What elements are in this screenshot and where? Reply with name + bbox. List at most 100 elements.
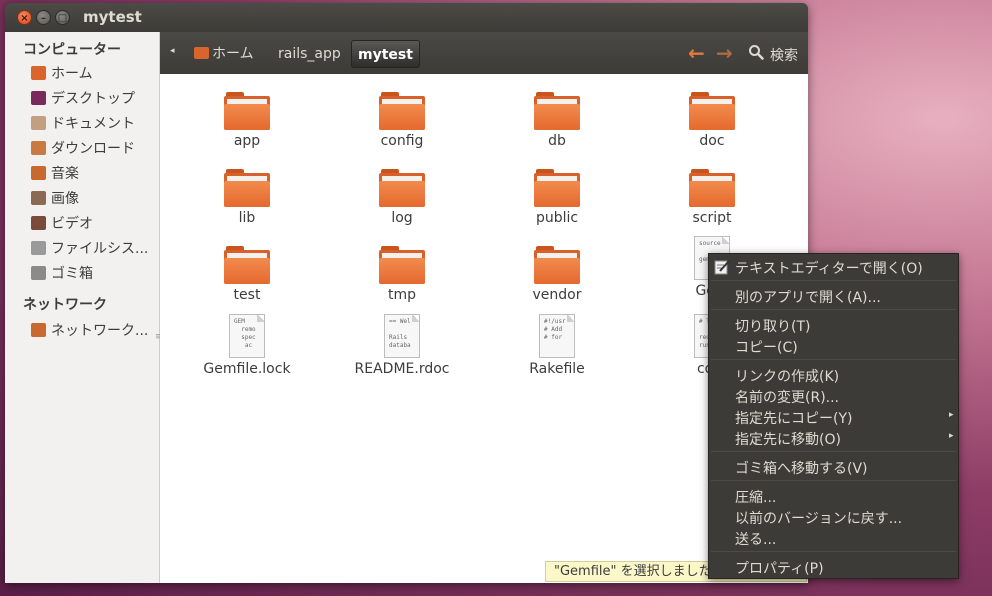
sidebar-item-music[interactable]: 音楽 xyxy=(31,162,79,184)
sidebar-item-filesystem[interactable]: ファイルシス... xyxy=(31,237,148,259)
forward-arrow-icon[interactable]: → xyxy=(716,41,733,65)
downloads-icon xyxy=(31,141,46,155)
menu-move-to-trash[interactable]: ゴミ箱へ移動する(V) xyxy=(735,458,868,478)
menu-compress[interactable]: 圧縮... xyxy=(735,487,776,507)
sidebar-item-videos[interactable]: ビデオ xyxy=(31,212,93,234)
text-file-icon: #!/usr # Add # for xyxy=(539,314,575,358)
text-file-icon: == Wel Rails databa xyxy=(384,314,420,358)
item-label: tmp xyxy=(387,287,416,303)
file-item[interactable]: == Wel Rails databa README.rdoc xyxy=(332,314,472,377)
folder-item[interactable]: test xyxy=(177,246,317,303)
sidebar-item-label: ビデオ xyxy=(51,216,93,232)
item-label: log xyxy=(391,210,413,226)
folder-item[interactable]: public xyxy=(487,169,627,226)
menu-open-other-app[interactable]: 別のアプリで開く(A)... xyxy=(735,287,881,307)
sidebar-item-label: 音楽 xyxy=(51,166,79,182)
folder-item[interactable]: config xyxy=(332,92,472,149)
folder-icon xyxy=(689,169,735,207)
item-label: README.rdoc xyxy=(354,361,450,377)
filesystem-icon xyxy=(31,241,46,255)
folder-item[interactable]: app xyxy=(177,92,317,149)
folder-item[interactable]: doc xyxy=(642,92,782,149)
folder-item[interactable]: log xyxy=(332,169,472,226)
sidebar-item-documents[interactable]: ドキュメント xyxy=(31,112,135,134)
crumb-mytest[interactable]: mytest xyxy=(351,40,420,68)
menu-make-link[interactable]: リンクの作成(K) xyxy=(735,366,839,386)
menu-revert-version[interactable]: 以前のバージョンに戻す... xyxy=(735,508,902,528)
file-item[interactable]: #!/usr # Add # for Rakefile xyxy=(487,314,627,377)
menu-rename[interactable]: 名前の変更(R)... xyxy=(735,387,839,407)
item-label: doc xyxy=(699,133,725,149)
home-folder-icon xyxy=(194,47,209,59)
sidebar: コンピューター ホーム デスクトップ ドキュメント ダウンロード 音楽 画像 ビ… xyxy=(5,32,163,583)
item-label: Gemfile.lock xyxy=(203,361,291,377)
folder-item[interactable]: lib xyxy=(177,169,317,226)
videos-icon xyxy=(31,216,46,230)
folder-icon xyxy=(224,169,270,207)
item-label: lib xyxy=(238,210,256,226)
menu-copy-to[interactable]: 指定先にコピー(Y) xyxy=(735,408,852,428)
folder-item[interactable]: db xyxy=(487,92,627,149)
folder-item[interactable]: vendor xyxy=(487,246,627,303)
sidebar-item-label: ネットワーク... xyxy=(51,323,149,339)
folder-item[interactable]: script xyxy=(642,169,782,226)
folder-icon xyxy=(534,246,580,284)
toolbar: ◂ ホーム rails_app mytest ← → 検索 xyxy=(160,32,808,74)
menu-open-text-editor[interactable]: テキストエディターで開く(O) xyxy=(735,258,923,278)
item-label: Rakefile xyxy=(529,361,585,377)
sidebar-item-home[interactable]: ホーム xyxy=(31,62,93,84)
folder-icon xyxy=(379,92,425,130)
folder-icon xyxy=(379,246,425,284)
sidebar-item-pictures[interactable]: 画像 xyxy=(31,187,79,209)
menu-separator xyxy=(711,309,956,310)
context-menu: テキストエディターで開く(O) 別のアプリで開く(A)... 切り取り(T) コ… xyxy=(708,253,959,579)
folder-icon xyxy=(224,92,270,130)
sidebar-heading-computer: コンピューター xyxy=(23,42,121,58)
item-label: config xyxy=(380,133,424,149)
folder-icon xyxy=(689,92,735,130)
folder-icon xyxy=(224,246,270,284)
minimize-window-button[interactable]: – xyxy=(36,10,51,25)
menu-send-to[interactable]: 送る... xyxy=(735,529,776,549)
file-item[interactable]: GEM remo spec ac Gemfile.lock xyxy=(177,314,317,377)
folder-item[interactable]: tmp xyxy=(332,246,472,303)
home-folder-icon xyxy=(31,66,46,80)
sidebar-item-label: デスクトップ xyxy=(51,91,135,107)
text-file-icon: GEM remo spec ac xyxy=(229,314,265,358)
close-window-button[interactable]: × xyxy=(17,10,32,25)
menu-separator xyxy=(711,451,956,452)
menu-separator xyxy=(711,280,956,281)
item-label: script xyxy=(692,210,732,226)
search-label[interactable]: 検索 xyxy=(770,45,798,65)
sidebar-item-desktop[interactable]: デスクトップ xyxy=(31,87,135,109)
sidebar-item-trash[interactable]: ゴミ箱 xyxy=(31,262,93,284)
menu-cut[interactable]: 切り取り(T) xyxy=(735,316,810,336)
item-label: vendor xyxy=(532,287,582,303)
search-icon[interactable] xyxy=(748,44,764,60)
pictures-icon xyxy=(31,191,46,205)
sidebar-item-downloads[interactable]: ダウンロード xyxy=(31,137,135,159)
sidebar-item-label: ホーム xyxy=(51,66,93,82)
text-editor-icon xyxy=(714,260,730,275)
maximize-window-button[interactable]: □ xyxy=(55,10,70,25)
menu-move-to[interactable]: 指定先に移動(O) xyxy=(735,429,841,449)
sidebar-heading-network: ネットワーク xyxy=(23,297,107,313)
sidebar-item-label: ダウンロード xyxy=(51,141,135,157)
menu-separator xyxy=(711,551,956,552)
crumb-rails-app[interactable]: rails_app xyxy=(272,40,347,68)
back-arrow-icon[interactable]: ← xyxy=(688,41,705,65)
item-label: app xyxy=(233,133,261,149)
sidebar-item-label: ドキュメント xyxy=(51,116,135,132)
submenu-arrow-icon: ▸ xyxy=(949,410,954,420)
file-manager-window: × – □ mytest コンピューター ホーム デスクトップ ドキュメント ダ… xyxy=(5,3,808,583)
menu-properties[interactable]: プロパティ(P) xyxy=(735,558,824,578)
sidebar-item-network[interactable]: ネットワーク... xyxy=(31,319,148,341)
title-bar: × – □ mytest xyxy=(5,3,808,32)
crumb-home[interactable]: ホーム xyxy=(188,40,260,68)
item-label: test xyxy=(233,287,261,303)
crumb-scroll-left-icon[interactable]: ◂ xyxy=(170,46,175,56)
documents-icon xyxy=(31,116,46,130)
sidebar-item-label: 画像 xyxy=(51,191,79,207)
folder-icon xyxy=(534,169,580,207)
menu-copy[interactable]: コピー(C) xyxy=(735,337,798,357)
